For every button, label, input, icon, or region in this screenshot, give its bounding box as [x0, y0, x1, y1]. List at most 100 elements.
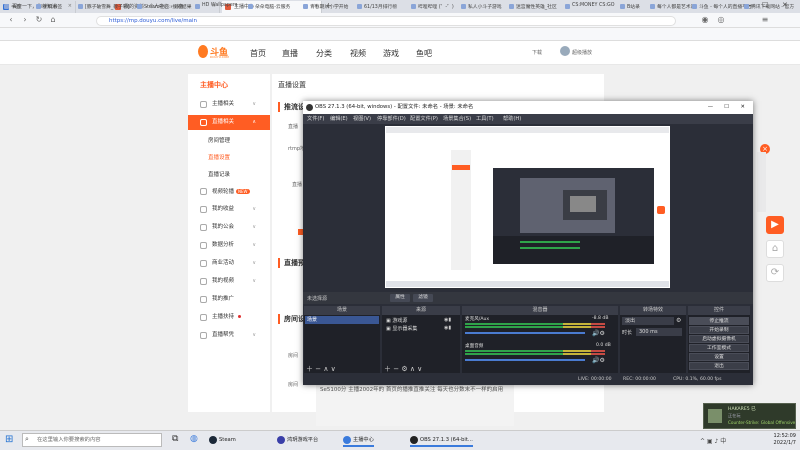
menu-tools[interactable]: 工具(T)	[476, 115, 494, 122]
bookmark-item[interactable]: 私人小斗子游戏	[461, 3, 502, 10]
extension-icon[interactable]: ◉	[700, 15, 710, 25]
transition-select[interactable]: 淡出	[622, 317, 674, 325]
sidebar-item-promo[interactable]: 我的推广	[188, 292, 270, 307]
source-item[interactable]: ▣ 显示器采集	[386, 325, 417, 332]
room-notice-text[interactable]: Se5100分 主播2002年的 首页的播推直推关注 每天也分数末不一样的启用	[316, 384, 514, 426]
sidebar-sub-live-settings[interactable]: 直播设置	[208, 153, 230, 161]
clock[interactable]: 12:52:09 2022/1/7	[762, 433, 796, 447]
duration-input[interactable]: 300 ms	[636, 328, 682, 336]
nav-live[interactable]: 直播	[282, 48, 298, 59]
add-source-icon[interactable]: ＋ − ⚙ ∧ ∨	[384, 364, 422, 374]
close-icon[interactable]: ✕	[741, 101, 745, 114]
gear-icon[interactable]: ⚙	[676, 317, 681, 324]
visibility-icon[interactable]: ◉▮	[444, 317, 451, 323]
menu-docks[interactable]: 停靠部件(D)	[377, 115, 406, 122]
sidebar-sub-live-record[interactable]: 直播记录	[208, 170, 230, 178]
sidebar-sub-room[interactable]: 房间管理	[208, 136, 230, 144]
minimize-icon[interactable]: —	[708, 101, 713, 114]
properties-button[interactable]: 属性	[390, 294, 410, 302]
mixer-track-name: 桌面音频	[465, 344, 484, 349]
close-icon[interactable]: ×	[68, 3, 72, 9]
taskbar-obs[interactable]: OBS 27.1.3 (64-bit...	[410, 433, 473, 447]
bookmark-item[interactable]: 朵朵电脑-云服务	[248, 3, 290, 10]
bookmark-item[interactable]: 迷宫魔性英雄_社区	[509, 3, 557, 10]
steam-notification[interactable]: HAKARE5 已 正在玩 Counter-Strike: Global Off…	[703, 403, 796, 429]
virtual-camera-button[interactable]: 启动虚拟摄像机	[689, 335, 749, 343]
exit-button[interactable]: 退出	[689, 362, 749, 370]
sidebar-item-live[interactable]: 直播相关 ∧	[188, 115, 270, 130]
taskbar-steam[interactable]: Steam	[209, 433, 236, 447]
sidebar-item-income[interactable]: 我的收益 ∨	[188, 202, 270, 217]
sidebar-item-data[interactable]: 数据分析 ∨	[188, 238, 270, 253]
visibility-icon[interactable]: ◉▮	[444, 325, 451, 331]
menu-icon[interactable]: ≡	[760, 15, 770, 25]
bookmark-item[interactable]: 斗鱼 - 每个人的直播平台	[692, 3, 752, 10]
nav-home[interactable]: 首页	[250, 48, 266, 59]
menu-scene-collection[interactable]: 场景集合(S)	[443, 115, 471, 122]
bookmark-item[interactable]: CS:MONEY CS:GO	[565, 3, 615, 9]
mute-icon[interactable]: 🔊⚙	[592, 330, 605, 337]
back-icon[interactable]: ‹	[6, 15, 16, 25]
stop-streaming-button[interactable]: 停止推流	[689, 317, 749, 325]
mute-icon[interactable]: 🔊⚙	[592, 357, 605, 364]
bookmark-item[interactable]: [豚子破雪舞_教子轩]	[78, 3, 130, 10]
menu-help[interactable]: 帮助(H)	[503, 115, 521, 122]
menu-profile[interactable]: 配置文件(P)	[410, 115, 438, 122]
bookmark-item[interactable]: 书签	[4, 3, 21, 10]
nav-fishbar[interactable]: 鱼吧	[416, 48, 432, 59]
bookmark-item[interactable]: 61/13月排行榜	[357, 3, 397, 10]
menu-view[interactable]: 视图(V)	[353, 115, 371, 122]
bookmark-item[interactable]: 青春期从小学开始	[303, 3, 348, 10]
side-tab[interactable]	[757, 152, 766, 212]
tray-icons[interactable]: ^ ▣ ♪ 中	[700, 436, 726, 445]
task-view-icon[interactable]: ⧉	[172, 434, 178, 444]
windows-start-icon[interactable]: ⊞	[5, 434, 16, 445]
scene-item[interactable]: 场景	[305, 316, 379, 324]
taskbar-game-platform[interactable]: 鸿玥游戏平台	[277, 433, 318, 447]
taskbar-search-input[interactable]: 在这里输入你要搜索的内容	[22, 433, 162, 447]
settings-button[interactable]: 设置	[689, 353, 749, 361]
sidebar-item-business[interactable]: 商业活动 ∨	[188, 256, 270, 271]
sidebar-item-guild[interactable]: 我的公会 ∨	[188, 220, 270, 235]
extension-icon[interactable]: ◎	[716, 15, 726, 25]
nav-game[interactable]: 游戏	[383, 48, 399, 59]
download-link[interactable]: 下载	[532, 49, 542, 56]
bookmark-item[interactable]: B站录	[620, 3, 640, 10]
sidebar-item-support[interactable]: 主播扶持	[188, 310, 270, 325]
nav-category[interactable]: 分类	[316, 48, 332, 59]
taskbar-douyu[interactable]: 主播中心	[343, 433, 374, 447]
volume-slider[interactable]	[465, 359, 585, 361]
avatar[interactable]	[560, 46, 570, 56]
bookmark-item[interactable]: 手机书签	[36, 3, 62, 10]
sidebar-item-help[interactable]: 直播帮凭 ∨	[188, 328, 270, 343]
bookmark-item[interactable]: 每个人都是艺术家	[650, 3, 695, 10]
maximize-icon[interactable]: ☐	[724, 101, 729, 114]
nav-video[interactable]: 视频	[350, 48, 366, 59]
sidebar-item-videos[interactable]: 我的视频 ∨	[188, 274, 270, 289]
start-recording-button[interactable]: 开始录制	[689, 326, 749, 334]
refresh-float-icon[interactable]: ⟳	[766, 264, 784, 282]
home-float-icon[interactable]: ⌂	[766, 240, 784, 258]
user-name[interactable]: 超级播放	[572, 49, 592, 56]
volume-slider[interactable]	[465, 332, 585, 334]
sidebar-item-anchor[interactable]: 主播相关 ∨	[188, 97, 270, 112]
browser-icon[interactable]: ◍	[190, 434, 198, 444]
home-icon[interactable]: ⌂	[48, 15, 58, 25]
forward-icon[interactable]: ›	[20, 15, 30, 25]
filters-button[interactable]: 滤镜	[413, 294, 433, 302]
studio-mode-button[interactable]: 工作室模式	[689, 344, 749, 352]
reload-icon[interactable]: ↻	[34, 15, 44, 25]
sidebar-item-video-carousel[interactable]: 视频轮播 NEW	[188, 184, 270, 199]
bookmark-item[interactable]: Steam社区::搜索结果	[137, 3, 192, 10]
menu-edit[interactable]: 编辑(E)	[330, 115, 348, 122]
url-input[interactable]: https://mp.douyu.com/live/main	[96, 16, 676, 26]
source-item[interactable]: ▣ 游戏源	[386, 317, 407, 324]
play-icon[interactable]: ▶	[766, 216, 784, 234]
add-scene-icon[interactable]: ＋ − ∧ ∨	[306, 364, 336, 374]
menu-file[interactable]: 文件(F)	[307, 115, 324, 122]
bookmark-item[interactable]: HD Wallpapers	[195, 3, 237, 9]
toast-game: Counter-Strike: Global Offensive	[728, 420, 796, 425]
bookmark-item[interactable]: 腾讯下载网站 - 官方	[744, 3, 794, 10]
bookmark-item[interactable]: 哔哩哔哩 (゜-゜)	[411, 3, 454, 10]
douyu-logo[interactable]: 斗鱼 DOUYU.COM	[198, 45, 236, 61]
